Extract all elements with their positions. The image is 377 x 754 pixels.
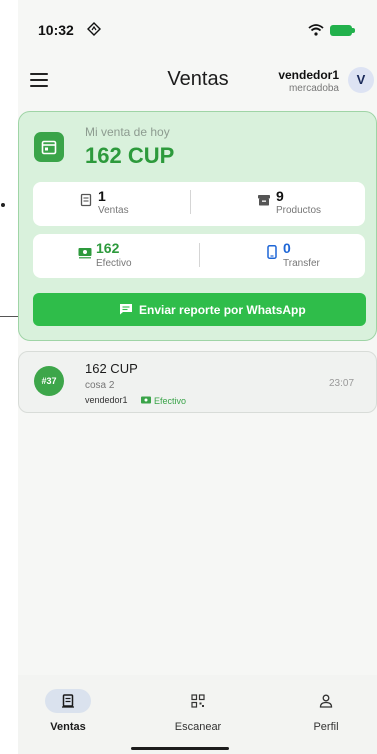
stats-row-payments: 162 Efectivo 0 Transfer xyxy=(33,234,365,278)
stats-row-counts: 1 Ventas 9 Productos xyxy=(33,182,365,226)
edge-line xyxy=(0,316,18,317)
phone-icon xyxy=(267,245,277,259)
inventory-box-icon xyxy=(258,195,270,206)
nav-ventas[interactable]: Ventas xyxy=(18,683,118,733)
home-indicator[interactable] xyxy=(131,747,229,750)
edge-dot xyxy=(1,203,5,207)
status-bar: 10:32 xyxy=(18,0,377,58)
calendar-icon xyxy=(34,132,64,162)
today-summary-card: Mi venta de hoy 162 CUP 1 Ventas 9 Produ… xyxy=(18,111,377,341)
sale-payment-method: Efectivo xyxy=(154,396,187,406)
status-time: 10:32 xyxy=(38,22,74,38)
qr-scan-icon xyxy=(191,694,205,708)
send-whatsapp-report-button[interactable]: Enviar reporte por WhatsApp xyxy=(33,293,366,326)
sale-seller: vendedor1 xyxy=(85,395,128,405)
menu-icon[interactable] xyxy=(30,73,48,87)
bottom-navigation: Ventas Escanear Perfil xyxy=(18,675,377,754)
user-store: mercadoba xyxy=(288,83,339,94)
today-amount: 162 CUP xyxy=(85,143,175,168)
receipt-icon xyxy=(62,694,74,708)
sale-list-item[interactable]: #37 162 CUP cosa 2 vendedor1 Efectivo 23… xyxy=(18,351,377,413)
battery-icon xyxy=(330,25,352,36)
stat-products-label: Productos xyxy=(276,205,322,216)
stat-transfer-value: 0 xyxy=(283,240,291,256)
sale-time: 23:07 xyxy=(329,378,355,389)
nav-perfil-label: Perfil xyxy=(313,721,339,733)
sale-number-badge: #37 xyxy=(34,366,64,396)
sale-item-name: cosa 2 xyxy=(85,380,115,391)
battery-tip xyxy=(352,28,355,33)
chat-icon xyxy=(120,304,132,315)
avatar[interactable]: V xyxy=(348,67,374,93)
nav-ventas-label: Ventas xyxy=(50,721,86,733)
receipt-icon xyxy=(80,193,92,207)
divider xyxy=(199,243,200,267)
phone-screen: 10:32 Ventas vendedor1 mercadoba V Mi ve… xyxy=(18,0,377,754)
divider xyxy=(190,190,191,214)
stat-sales-value: 1 xyxy=(98,188,106,204)
user-info: vendedor1 mercadoba xyxy=(278,68,339,95)
cash-icon xyxy=(141,396,151,404)
location-icon xyxy=(87,22,101,36)
whatsapp-button-label: Enviar reporte por WhatsApp xyxy=(139,303,306,317)
stat-transfer-label: Transfer xyxy=(283,258,320,269)
user-name: vendedor1 xyxy=(278,68,339,82)
person-icon xyxy=(319,694,333,708)
today-label: Mi venta de hoy xyxy=(85,125,170,139)
cash-icon xyxy=(78,248,92,259)
nav-escanear-label: Escanear xyxy=(174,721,222,733)
nav-perfil[interactable]: Perfil xyxy=(276,683,376,733)
sale-amount: 162 CUP xyxy=(85,361,138,376)
app-bar: Ventas vendedor1 mercadoba V xyxy=(18,58,377,104)
wifi-icon xyxy=(308,24,324,36)
stat-sales-label: Ventas xyxy=(98,205,129,216)
stat-cash-value: 162 xyxy=(96,240,120,256)
nav-escanear[interactable]: Escanear xyxy=(148,683,248,733)
page-title: Ventas xyxy=(167,68,229,90)
stat-cash-label: Efectivo xyxy=(96,258,132,269)
stat-products-value: 9 xyxy=(276,188,284,204)
